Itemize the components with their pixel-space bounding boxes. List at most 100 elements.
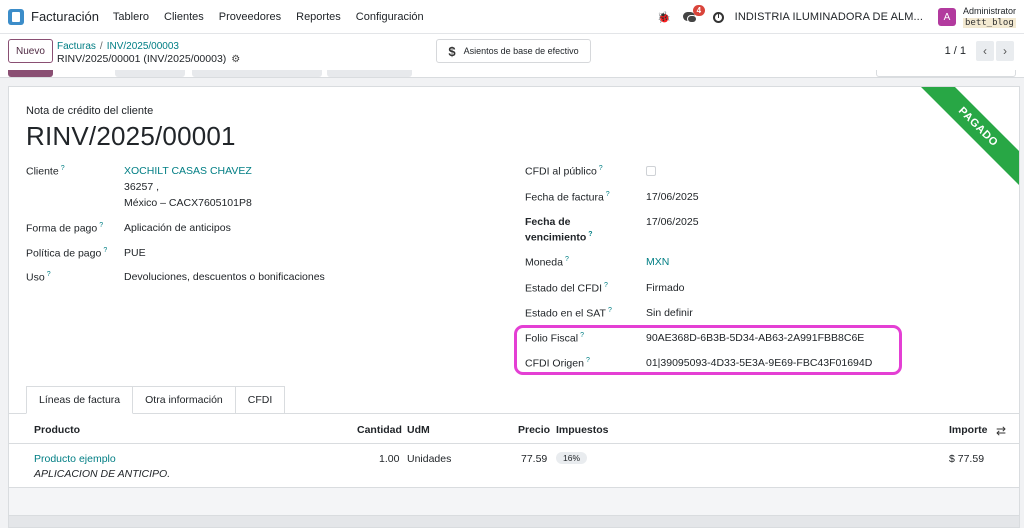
notebook-tabs: Líneas de factura Otra información CFDI [26,386,286,414]
bug-icon[interactable]: 🐞 [657,11,671,24]
cash-basis-label: Asientos de base de efectivo [463,46,579,56]
column-header-uom[interactable]: UdM [407,424,430,436]
line-amount: $ 77.59 [949,453,985,465]
tab-cfdi[interactable]: CFDI [235,386,286,414]
customer-address-line: 36257 , [124,181,160,193]
help-icon: ? [103,247,108,254]
line-product-link[interactable]: Producto ejemplo [34,453,116,465]
fecha-vencimiento-label: vencimiento? [525,231,593,244]
line-price[interactable]: 77.59 [521,453,547,465]
systray: 🐞 4 INDISTRIA ILUMINADORA DE ALM... A Ad… [657,0,1024,34]
app-name[interactable]: Facturación [31,9,99,24]
add-line-row[interactable] [9,488,1019,516]
chat-badge: 4 [692,5,706,16]
help-icon: ? [60,165,65,172]
company-switcher[interactable]: INDISTRIA ILUMINADORA DE ALM... [735,11,923,23]
cfdi-publico-checkbox[interactable] [646,166,656,176]
help-icon: ? [605,191,610,198]
main-menu: Tablero Clientes Proveedores Reportes Co… [113,11,439,23]
line-tax-tag[interactable]: 16% [556,452,588,464]
pager-next-button[interactable]: › [996,41,1014,61]
help-icon: ? [46,271,51,278]
pager: 1 / 1 ‹ › [945,41,1014,61]
breadcrumb-current: RINV/2025/00001 (INV/2025/00003) [57,53,227,65]
avatar[interactable]: A [937,8,956,26]
menu-item-configuracion[interactable]: Configuración [356,11,424,23]
action-button[interactable] [115,70,185,77]
help-icon: ? [598,165,603,172]
cfdi-publico-label: CFDI al público? [525,165,603,178]
menu-item-clientes[interactable]: Clientes [164,11,204,23]
tab-otra-informacion[interactable]: Otra información [133,386,236,414]
politica-pago-field[interactable]: PUE [124,247,146,259]
table-header-divider [9,443,1019,444]
uso-label: Uso? [26,271,51,284]
moneda-link[interactable]: MXN [646,256,669,268]
fecha-vencimiento-label: Fecha de [525,216,571,228]
breadcrumb-separator: / [99,41,103,52]
help-icon: ? [99,222,104,229]
moneda-label: Moneda? [525,256,569,269]
menu-item-proveedores[interactable]: Proveedores [219,11,281,23]
tab-lineas-factura[interactable]: Líneas de factura [26,386,134,414]
pager-value[interactable]: 1 / 1 [945,45,966,57]
column-header-taxes[interactable]: Impuestos [556,424,609,436]
customer-address-line: México – CACX7605101P8 [124,197,252,209]
status-buttons-strip [0,70,1024,78]
cliente-label: Cliente? [26,165,65,178]
status-ribbon: PAGADO [909,87,1019,196]
column-header-qty[interactable]: Cantidad [357,424,402,436]
help-icon: ? [607,307,612,314]
bottom-bar [9,515,1019,527]
help-icon: ? [588,231,593,238]
database-name: bett_blog [962,17,1016,28]
column-header-amount[interactable]: Importe [949,424,988,436]
column-header-product[interactable]: Producto [34,424,80,436]
action-button[interactable] [327,70,412,77]
control-panel: Nuevo Facturas / INV/2025/00003 RINV/2025/… [0,34,1024,70]
customer-name-link[interactable]: XOCHILT CASAS CHAVEZ [124,165,252,177]
chevron-left-icon: ‹ [983,44,987,58]
optional-columns-icon[interactable]: ⇄ [996,424,1006,438]
document-type: Nota de crédito del cliente [26,105,154,117]
pager-previous-button[interactable]: ‹ [976,41,994,61]
status-bar[interactable] [876,70,1016,77]
chevron-right-icon: › [1003,44,1007,58]
breadcrumb-parent-invoice[interactable]: INV/2025/00003 [107,41,179,52]
line-uom[interactable]: Unidades [407,453,451,465]
invoicing-app-icon[interactable] [8,8,24,25]
help-icon: ? [564,256,569,263]
forma-pago-label: Forma de pago? [26,222,104,235]
politica-pago-label: Política de pago? [26,247,108,260]
action-button[interactable] [192,70,322,77]
annotation-highlight-box [514,325,902,375]
forma-pago-field[interactable]: Aplicación de anticipos [124,222,231,234]
cash-basis-entries-button[interactable]: $ Asientos de base de efectivo [436,39,591,63]
line-quantity[interactable]: 1.00 [379,453,399,465]
primary-action-button[interactable] [8,70,53,77]
breadcrumb-facturas[interactable]: Facturas [57,41,96,52]
fecha-factura-field[interactable]: 17/06/2025 [646,191,699,203]
column-header-price[interactable]: Precio [518,424,550,436]
user-name: Administrator [962,5,1016,16]
uso-field[interactable]: Devoluciones, descuentos o bonificacione… [124,271,325,283]
estado-sat-value: Sin definir [646,307,693,319]
top-navbar: Facturación Tablero Clientes Proveedores… [0,0,1024,34]
line-description[interactable]: APLICACION DE ANTICIPO. [34,468,170,480]
menu-item-reportes[interactable]: Reportes [296,11,341,23]
dollar-icon: $ [448,43,456,59]
user-menu[interactable]: Administrator bett_blog [962,5,1016,29]
menu-item-tablero[interactable]: Tablero [113,11,149,23]
estado-cfdi-value: Firmado [646,282,685,294]
fecha-factura-label: Fecha de factura? [525,191,610,204]
new-button[interactable]: Nuevo [8,39,53,63]
help-icon: ? [604,282,608,289]
chat-icon[interactable]: 4 [682,5,706,23]
breadcrumb: Facturas / INV/2025/00003 RINV/2025/00001 … [57,40,240,66]
page-title: RINV/2025/00001 [26,121,236,151]
gear-icon[interactable]: ⚙ [231,53,240,66]
estado-sat-label: Estado en el SAT? [525,307,612,320]
fecha-vencimiento-field[interactable]: 17/06/2025 [646,216,699,228]
activity-clock-icon[interactable] [712,11,724,23]
estado-cfdi-label: Estado del CFDI? [525,282,608,295]
